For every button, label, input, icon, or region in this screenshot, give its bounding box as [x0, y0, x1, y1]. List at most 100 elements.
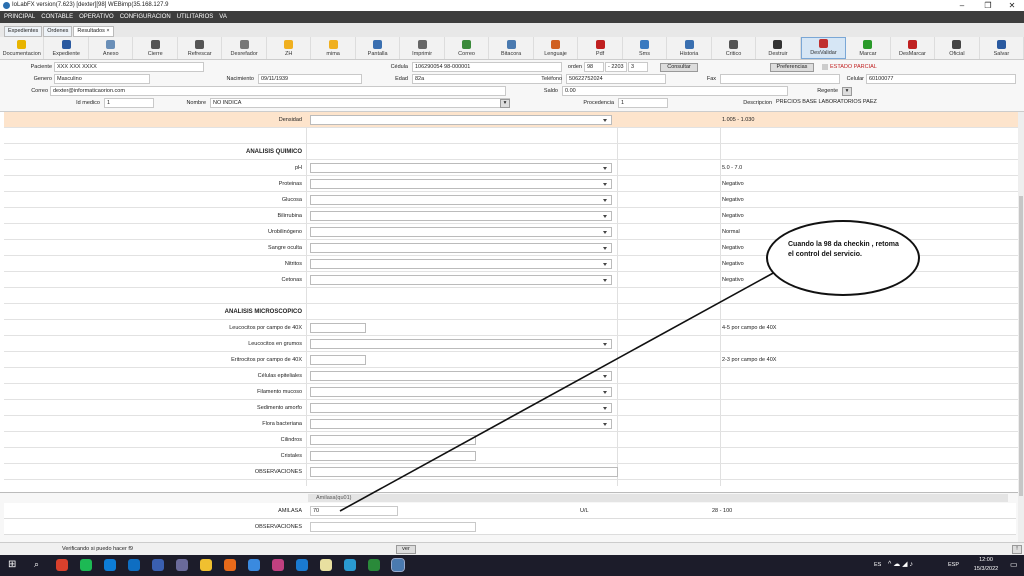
toolbar-zh-button[interactable]: ZH: [267, 37, 312, 59]
menu-item-contable[interactable]: CONTABLE: [41, 11, 73, 23]
status-right-button[interactable]: !: [1012, 545, 1022, 554]
result-dropdown[interactable]: [310, 227, 612, 237]
taskbar-app6-icon[interactable]: [296, 559, 308, 571]
telefono-field[interactable]: 50622752024: [566, 74, 666, 84]
genero-field[interactable]: Masculino: [54, 74, 150, 84]
toolbar-correo-button[interactable]: Correo: [445, 37, 490, 59]
taskbar-app3-icon[interactable]: [176, 559, 188, 571]
tab-2[interactable]: Resultados ×: [73, 26, 114, 37]
consultar-button[interactable]: Consultar: [660, 63, 698, 72]
taskbar-app8-icon[interactable]: [368, 559, 380, 571]
clock-date[interactable]: 15/3/2022: [966, 566, 1006, 572]
ver-button[interactable]: ver: [396, 545, 416, 554]
result-dropdown[interactable]: [310, 387, 612, 397]
taskbar-app5-icon[interactable]: [272, 559, 284, 571]
toolbar-lenguaje-button[interactable]: Lenguaje: [534, 37, 579, 59]
taskbar-app-icon[interactable]: [56, 559, 68, 571]
taskbar-edge-icon[interactable]: [104, 559, 116, 571]
result-dropdown[interactable]: [310, 163, 612, 173]
toolbar-desrefador-button[interactable]: Desrefador: [222, 37, 267, 59]
result-dropdown[interactable]: [310, 115, 612, 125]
toolbar-oficial-button[interactable]: Oficial: [935, 37, 980, 59]
preferencias-button[interactable]: Preferencias: [770, 63, 814, 72]
toolbar-anexo-button[interactable]: Anexo: [89, 37, 134, 59]
amilasa-input[interactable]: 70: [310, 506, 398, 516]
toolbar-pantalla-button[interactable]: Pantalla: [356, 37, 401, 59]
minimize-icon[interactable]: –: [948, 0, 976, 11]
taskbar-app4-icon[interactable]: [248, 559, 260, 571]
nombre-field[interactable]: NO INDICA: [210, 98, 510, 108]
orden-field-1[interactable]: 98: [584, 62, 604, 72]
toolbar-historia-button[interactable]: Historia: [667, 37, 712, 59]
taskbar-app7-icon[interactable]: [344, 559, 356, 571]
orden-field-2[interactable]: - 2203: [605, 62, 627, 72]
result-dropdown[interactable]: [310, 259, 612, 269]
taskbar-explorer-icon[interactable]: [200, 559, 212, 571]
toolbar-desmarcar-button[interactable]: DesMarcar: [891, 37, 936, 59]
notification-icon[interactable]: ▭: [1010, 560, 1018, 569]
result-dropdown[interactable]: [310, 243, 612, 253]
nacimiento-field[interactable]: 09/11/1939: [258, 74, 362, 84]
windows-start-icon[interactable]: ⊞: [8, 560, 18, 570]
toolbar-imprimir-button[interactable]: Imprimir: [400, 37, 445, 59]
tab-1[interactable]: Ordenes: [43, 26, 73, 37]
menu-item-principal[interactable]: PRINCIPAL: [4, 11, 35, 23]
taskbar-firefox-icon[interactable]: [224, 559, 236, 571]
paciente-field[interactable]: XXX XXX XXXX: [54, 62, 204, 72]
close-icon[interactable]: ✕: [998, 0, 1024, 11]
toolbar-critico-button[interactable]: Critico: [712, 37, 757, 59]
result-input[interactable]: [310, 355, 366, 365]
regente-dropdown[interactable]: ▾: [842, 87, 852, 96]
toolbar-expediente-button[interactable]: Expediente: [44, 37, 89, 59]
clock-time[interactable]: 12:00: [970, 557, 1002, 563]
menu-item-va[interactable]: VA: [219, 11, 227, 23]
toolbar-destruir-button[interactable]: Destruir: [756, 37, 801, 59]
toolbar-sms-button[interactable]: Sms: [623, 37, 668, 59]
taskbar-iolab-icon[interactable]: [391, 558, 405, 572]
taskbar-outlook-icon[interactable]: [128, 559, 140, 571]
menu-item-configuracion[interactable]: CONFIGURACION: [120, 11, 171, 23]
toolbar-marcar-button[interactable]: Marcar: [846, 37, 891, 59]
toolbar-desvalidar-button[interactable]: DesValidar: [800, 37, 847, 59]
result-dropdown[interactable]: [310, 179, 612, 189]
fax-field[interactable]: [720, 74, 840, 84]
orden-field-3[interactable]: 3: [628, 62, 648, 72]
result-dropdown[interactable]: [310, 339, 612, 349]
toolbar-bitacora-button[interactable]: Bitacora: [489, 37, 534, 59]
toolbar-cierre-button[interactable]: Cierre: [133, 37, 178, 59]
result-input[interactable]: [310, 451, 476, 461]
result-input[interactable]: [310, 467, 618, 477]
menu-item-utilitarios[interactable]: UTILITARIOS: [177, 11, 214, 23]
taskbar-notepad-icon[interactable]: [320, 559, 332, 571]
result-input[interactable]: [310, 323, 366, 333]
search-icon[interactable]: ⌕: [34, 559, 39, 570]
amilasa-obs-input[interactable]: [310, 522, 476, 532]
tray-icons[interactable]: ^ ☁ ◢ ♪: [888, 560, 913, 568]
result-dropdown[interactable]: [310, 275, 612, 285]
toolbar-salvar-button[interactable]: Salvar: [980, 37, 1024, 59]
result-dropdown[interactable]: [310, 195, 612, 205]
scrollbar-thumb[interactable]: [1019, 196, 1023, 496]
toolbar-pdf-button[interactable]: Pdf: [578, 37, 623, 59]
tray-keyboard[interactable]: ESP: [948, 562, 959, 568]
result-dropdown[interactable]: [310, 371, 612, 381]
celular-field[interactable]: 60100077: [866, 74, 1016, 84]
toolbar-documentacion-button[interactable]: Documentacion: [0, 37, 45, 59]
results-scrollbar[interactable]: [1018, 112, 1024, 542]
result-input[interactable]: [310, 435, 476, 445]
tray-lang[interactable]: ES: [874, 562, 881, 568]
cedula-field[interactable]: 106290054 98-000001: [412, 62, 562, 72]
toolbar-mima-button[interactable]: mima: [311, 37, 356, 59]
result-dropdown[interactable]: [310, 403, 612, 413]
nombre-dropdown[interactable]: ▾: [500, 99, 510, 108]
idmedico-field[interactable]: 1: [104, 98, 154, 108]
tab-0[interactable]: Expedientes: [4, 26, 43, 37]
correo-field[interactable]: dexter@informaticaorion.com: [50, 86, 506, 96]
toolbar-refrescar-button[interactable]: Refrescar: [178, 37, 223, 59]
result-dropdown[interactable]: [310, 419, 612, 429]
menu-item-operativo[interactable]: OPERATIVO: [79, 11, 114, 23]
taskbar-spotify-icon[interactable]: [80, 559, 92, 571]
result-dropdown[interactable]: [310, 211, 612, 221]
saldo-field[interactable]: 0.00: [562, 86, 788, 96]
procedencia-field[interactable]: 1: [618, 98, 668, 108]
